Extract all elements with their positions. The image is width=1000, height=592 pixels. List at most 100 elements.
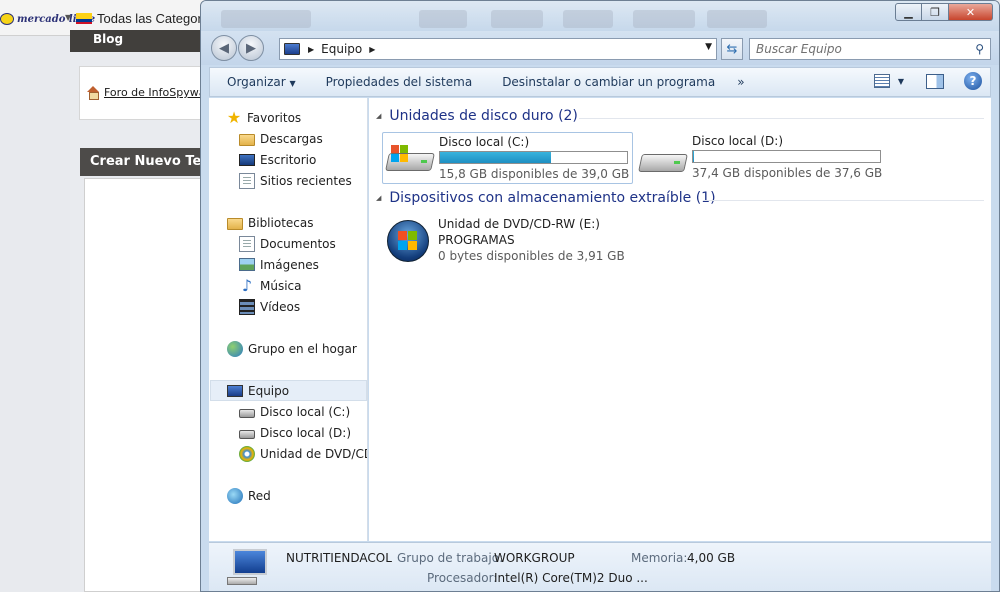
more-commands-button[interactable]: » [737,75,744,89]
nav-documents[interactable]: Documentos [239,233,367,254]
command-bar: Organizar ▼ Propiedades del sistema Desi… [209,67,991,97]
nav-downloads[interactable]: Descargas [239,128,367,149]
close-button[interactable]: ✕ [949,3,993,21]
drive-usage-bar [692,150,881,163]
windows-dvd-icon [387,220,429,262]
dvd-name: Unidad de DVD/CD-RW (E:) [438,217,600,231]
drive-space: 37,4 GB disponibles de 37,6 GB [692,166,883,180]
group-divider [579,118,984,119]
computer-icon [284,43,300,55]
blurred-background [491,10,543,28]
breadcrumb-arrow-icon[interactable]: ▶ [308,45,314,54]
navigation-bar: ◀ ▶ ▶ Equipo ▶ ▼ ⇆ Buscar Equipo ⚲ [201,31,999,65]
help-icon[interactable]: ? [964,72,982,90]
chevron-down-icon[interactable]: ▼ [65,13,71,22]
documents-icon [239,235,255,252]
blurred-background [707,10,767,28]
pictures-icon [239,258,255,271]
drive-space: 15,8 GB disponibles de 39,0 GB [439,167,630,181]
forum-link[interactable]: Foro de InfoSpywar [86,86,210,100]
nav-computer[interactable]: Equipo [210,380,367,401]
nav-drive-d[interactable]: Disco local (D:) [239,422,367,443]
dvd-space: 0 bytes disponibles de 3,91 GB [438,249,625,263]
drive-tile-c[interactable]: Disco local (C:) 15,8 GB disponibles de … [382,132,633,184]
nav-music[interactable]: ♪ Música [239,275,367,296]
refresh-button[interactable]: ⇆ [721,38,743,60]
nav-videos[interactable]: Vídeos [239,296,367,317]
content-pane: ◢ Unidades de disco duro (2) Disco local… [369,98,991,541]
recent-places-icon [239,172,255,189]
nav-libraries[interactable]: Bibliotecas [227,212,367,233]
drive-name: Disco local (D:) [692,134,784,148]
nav-images[interactable]: Imágenes [239,254,367,275]
handshake-icon [0,13,14,25]
dvd-drive-icon [239,445,255,462]
collapse-triangle-icon[interactable]: ◢ [376,112,381,120]
star-icon: ★ [226,107,242,127]
nav-label: Documentos [260,236,336,251]
collapse-triangle-icon[interactable]: ◢ [376,194,381,202]
forward-button[interactable]: ▶ [238,35,264,61]
film-icon [239,298,255,315]
nav-label: Vídeos [260,299,301,314]
nav-label: Unidad de DVD/CD- [260,446,367,461]
nav-label: Música [260,278,302,293]
nav-label: Red [248,488,271,503]
system-properties-button[interactable]: Propiedades del sistema [326,75,473,89]
minimize-button[interactable]: ▁ [895,3,922,21]
title-bar[interactable]: ▁ ❐ ✕ [201,1,999,31]
chevron-down-icon: ▼ [289,79,296,88]
network-icon [227,487,243,504]
nav-label: Grupo en el hogar [248,341,357,356]
nav-label: Bibliotecas [248,215,314,230]
nav-drive-c[interactable]: Disco local (C:) [239,401,367,422]
preview-pane-icon[interactable] [926,73,944,89]
back-button[interactable]: ◀ [211,35,237,61]
nav-label: Escritorio [260,152,317,167]
hard-drive-icon [239,430,255,439]
search-input[interactable]: Buscar Equipo ⚲ [749,38,991,60]
blog-header[interactable]: Blog [70,30,205,52]
dvd-tile[interactable]: Unidad de DVD/CD-RW (E:) PROGRAMAS 0 byt… [382,215,633,267]
computer-icon [227,549,271,585]
maximize-button[interactable]: ❐ [922,3,949,21]
processor-label: Procesador: [427,571,498,585]
browser-left-margin [0,36,70,592]
change-view-icon[interactable] [873,74,890,88]
nav-favorites[interactable]: ★ Favoritos [226,107,367,128]
processor-value: Intel(R) Core(TM)2 Duo ... [494,571,648,585]
create-topic-header: Crear Nuevo Ten [80,148,205,176]
topic-editor[interactable] [84,178,205,592]
drive-tile-d[interactable]: Disco local (D:) 37,4 GB disponibles de … [636,132,887,184]
uninstall-program-button[interactable]: Desinstalar o cambiar un programa [502,75,715,89]
nav-desktop[interactable]: Escritorio [239,149,367,170]
computer-icon [227,384,243,397]
downloads-folder-icon [239,133,255,146]
home-icon [86,86,100,100]
address-bar[interactable]: ▶ Equipo ▶ ▼ [279,38,717,60]
hard-drive-windows-icon [385,145,435,173]
nav-network[interactable]: Red [227,485,367,506]
search-icon[interactable]: ⚲ [975,42,984,56]
music-note-icon: ♪ [241,275,253,295]
group-removable[interactable]: ◢ Dispositivos con almacenamiento extraí… [376,190,716,206]
group-title: Unidades de disco duro (2) [389,108,578,124]
nav-label: Favoritos [247,110,302,125]
breadcrumb-location[interactable]: Equipo [321,42,362,56]
organize-label: Organizar [227,75,286,89]
chevron-down-icon[interactable]: ▼ [898,77,904,86]
nav-homegroup[interactable]: Grupo en el hogar [227,338,367,359]
group-divider [704,200,984,201]
breadcrumb-arrow-icon[interactable]: ▶ [369,45,375,54]
nav-label: Disco local (D:) [260,425,352,440]
nav-dvd[interactable]: Unidad de DVD/CD- [239,443,367,464]
nav-recent[interactable]: Sitios recientes [239,170,367,191]
dvd-label: PROGRAMAS [438,233,515,247]
group-hard-drives[interactable]: ◢ Unidades de disco duro (2) [376,108,578,124]
hard-drive-icon [239,409,255,418]
organize-button[interactable]: Organizar ▼ [227,75,296,89]
search-placeholder: Buscar Equipo [756,42,842,56]
nav-label: Imágenes [260,257,319,272]
chevron-down-icon[interactable]: ▼ [705,42,712,52]
navigation-pane: ★ Favoritos Descargas Escritorio Sitios r… [209,98,368,541]
